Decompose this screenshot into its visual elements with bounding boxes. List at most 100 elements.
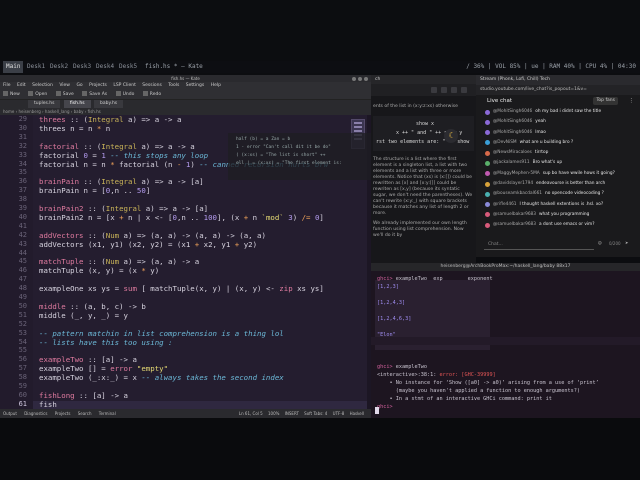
emoji-icon[interactable]: ☺: [598, 240, 602, 247]
terminal-window[interactable]: heisenberg@ArchBookProMax:~/haskell_lang…: [371, 263, 640, 418]
chat-message[interactable]: @jackalames911 Bro what's up: [476, 158, 640, 168]
avatar[interactable]: [485, 171, 490, 177]
avatar[interactable]: [485, 191, 490, 197]
chat-message[interactable]: @davidslayer1794 endeavourse is better th…: [476, 179, 640, 189]
minimize-icon[interactable]: [352, 77, 356, 81]
menu-projects[interactable]: Projects: [89, 83, 107, 88]
menu-settings[interactable]: Settings: [186, 83, 204, 88]
input-mode[interactable]: INSERT: [285, 411, 299, 416]
menu-edit[interactable]: Edit: [17, 83, 26, 88]
projects-tab[interactable]: Projects: [55, 411, 71, 416]
workspace-desk4[interactable]: Desk4: [93, 61, 117, 73]
cursor-position[interactable]: Ln 61, Col 5: [239, 411, 263, 416]
chat-author[interactable]: @davidslayer1794: [493, 181, 533, 186]
chat-author[interactable]: @NewsMiracaloes: [493, 150, 532, 155]
open-button[interactable]: Open: [35, 92, 47, 97]
save-as-button[interactable]: Save As: [89, 92, 107, 97]
browser-window: ch ents of the list in (x:y:z:xs) otherw…: [371, 75, 476, 265]
code-line: threes :: (Integral a) => a -> a: [39, 115, 182, 124]
download-icon[interactable]: [451, 87, 457, 93]
chat-mode-select[interactable]: Top fans: [593, 97, 618, 105]
avatar[interactable]: [485, 212, 490, 218]
menu-tools[interactable]: Tools: [168, 83, 179, 88]
indent-setting[interactable]: Soft Tabs: 4: [304, 411, 327, 416]
language-mode[interactable]: Haskell: [350, 411, 364, 416]
chat-author[interactable]: @jackalames911: [493, 160, 530, 165]
bookmark-icon[interactable]: [441, 87, 447, 93]
chat-message[interactable]: @MaggyMephen-5MA sup bo have wwile hows i…: [476, 169, 640, 179]
chat-author[interactable]: @MaggyMephen-5MA: [493, 171, 540, 176]
undo-button[interactable]: Undo: [123, 92, 135, 97]
tab-fish[interactable]: fish.hs: [63, 100, 91, 108]
moon-icon[interactable]: ☾: [444, 129, 458, 143]
avatar[interactable]: [485, 222, 490, 228]
chat-author[interactable]: @MohitSingh6046: [493, 130, 532, 135]
maximize-icon[interactable]: [358, 77, 362, 81]
chat-author[interactable]: @MohitSingh6046: [493, 119, 532, 124]
encoding[interactable]: UTF-8: [333, 411, 345, 416]
chat-author[interactable]: @DevNiSM: [493, 140, 517, 145]
chat-author[interactable]: @rifle4461: [493, 202, 517, 207]
workspace-desk5[interactable]: Desk5: [116, 61, 140, 73]
chat-input[interactable]: Chat...: [484, 240, 594, 250]
avatar[interactable]: [485, 119, 490, 125]
menu-lsp-client[interactable]: LSP Client: [113, 83, 136, 88]
menu-go[interactable]: Go: [76, 83, 82, 88]
close-icon[interactable]: [364, 77, 368, 81]
workspace-main[interactable]: Main: [3, 61, 24, 73]
chat-message[interactable]: @NewsMiracaloes tirrtop: [476, 148, 640, 158]
system-stats: / 36% | VOL 85% | ue | RAM 40% | CPU 4% …: [466, 63, 636, 70]
save-button[interactable]: Save: [63, 92, 74, 97]
avatar[interactable]: [485, 140, 490, 146]
avatar[interactable]: [485, 202, 490, 208]
menu-help[interactable]: Help: [211, 83, 221, 88]
extension-icon[interactable]: [431, 87, 437, 93]
menu-view[interactable]: View: [59, 83, 70, 88]
menu-icon[interactable]: [461, 87, 467, 93]
tab-tuples[interactable]: tuples.hs: [28, 100, 61, 108]
chat-header: Live chat Top fans ⋮: [476, 95, 640, 107]
workspace-desk3[interactable]: Desk3: [70, 61, 94, 73]
chat-message[interactable]: @MohitSingh6046 lmao: [476, 128, 640, 138]
more-icon[interactable]: ⋮: [629, 95, 635, 107]
avatar[interactable]: [485, 109, 490, 115]
breadcrumb[interactable]: home › heisenberg › haskell_lang › baby …: [0, 108, 371, 115]
chat-text: what you programming: [539, 211, 590, 217]
chat-author[interactable]: @bouseamkbacdal661: [493, 191, 542, 196]
workspace-desk1[interactable]: Desk1: [24, 61, 48, 73]
chat-author[interactable]: @samuelbakar9683: [493, 222, 536, 227]
terminal-cursor: [375, 407, 379, 414]
chat-text: what are u building bro ?: [519, 139, 574, 145]
avatar[interactable]: [485, 181, 490, 187]
diagnostics-tab[interactable]: Diagnostics: [24, 411, 47, 416]
chat-message[interactable]: @DevNiSM what are u building bro ?: [476, 138, 640, 148]
new-file-icon: [3, 91, 8, 96]
avatar[interactable]: [485, 150, 490, 156]
tab-baby[interactable]: baby.hs: [94, 100, 124, 108]
new-button[interactable]: New: [10, 92, 20, 97]
line-number: 55: [18, 346, 27, 355]
avatar[interactable]: [485, 130, 490, 136]
send-icon[interactable]: ➤: [625, 240, 629, 247]
zoom-level[interactable]: 100%: [268, 411, 279, 416]
menu-selection[interactable]: Selection: [32, 83, 53, 88]
terminal-tab[interactable]: Terminal: [99, 411, 116, 416]
avatar[interactable]: [485, 160, 490, 166]
chat-message[interactable]: @MohitSingh6046 oh my bad i didnt saw the…: [476, 107, 640, 117]
chat-url-bar[interactable]: studio.youtube.com/live_chat?is_popout=1…: [476, 85, 640, 95]
workspace-desk2[interactable]: Desk2: [47, 61, 71, 73]
chat-author[interactable]: @samuelbakar9683: [493, 212, 536, 217]
redo-button[interactable]: Redo: [150, 92, 161, 97]
chat-message[interactable]: @MohitSingh6046 yeah: [476, 117, 640, 127]
menu-file[interactable]: File: [3, 83, 11, 88]
chat-author[interactable]: @MohitSingh6046: [493, 109, 532, 114]
chat-message[interactable]: @samuelbakar9683 a dont use emacs or vim?: [476, 220, 640, 230]
search-tab[interactable]: Search: [78, 411, 92, 416]
chat-message[interactable]: @bouseamkbacdal661 no opencode videocodin…: [476, 189, 640, 199]
output-tab[interactable]: Output: [3, 411, 17, 416]
chat-message[interactable]: @samuelbakar9683 what you programming: [476, 210, 640, 220]
menu-sessions[interactable]: Sessions: [142, 83, 162, 88]
chat-message[interactable]: @rifle4461 I thought haskell extentions i…: [476, 200, 640, 210]
browser-tab[interactable]: ch: [371, 75, 476, 84]
line-number: 42: [18, 230, 27, 239]
